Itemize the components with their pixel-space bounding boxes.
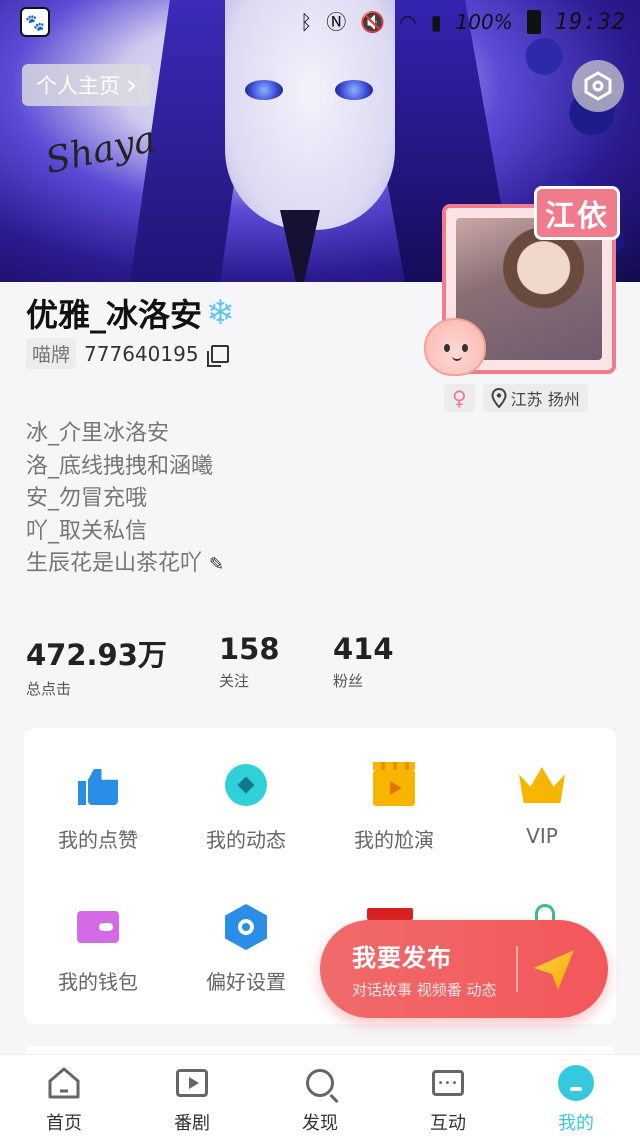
user-id: 777640195	[84, 341, 199, 366]
stat-label: 粉丝	[333, 672, 364, 690]
id-label: 喵牌	[26, 338, 77, 369]
bio-line: 生辰花是山茶花吖	[26, 551, 203, 576]
mute-icon: 🔇	[360, 10, 386, 34]
grid-item-wallet[interactable]: 我的钱包	[24, 904, 172, 995]
location-tag: 江苏 扬州	[482, 384, 588, 412]
stat-fans[interactable]: 414 粉丝	[333, 632, 447, 699]
status-icons: ᛒ Ⓝ 🔇 ◠ ▮ 100% 19:32	[300, 10, 626, 35]
chat-bubble-icon: •••	[430, 1065, 466, 1101]
snowflake-icon: ❄	[206, 293, 235, 333]
edit-bio-icon[interactable]: ✎	[209, 554, 224, 575]
grid-item-label: 偏好设置	[206, 970, 286, 994]
stat-total-clicks[interactable]: 472.93万 总点击	[26, 632, 219, 699]
nfc-icon: Ⓝ	[326, 10, 347, 34]
nav-home[interactable]: 首页	[0, 1055, 128, 1138]
stat-label: 关注	[219, 672, 250, 690]
battery-percent: 100%	[455, 10, 513, 34]
location-pin-icon	[491, 388, 507, 408]
crown-icon	[519, 762, 565, 808]
nav-label: 我的	[558, 1113, 594, 1134]
grid-item-label: 我的尬演	[354, 828, 434, 852]
nav-anime[interactable]: 番剧	[128, 1055, 256, 1138]
female-icon: ♀	[452, 386, 467, 410]
publish-subtitle: 对话故事 视频番 动态	[352, 981, 497, 999]
publish-button[interactable]: 我要发布 对话故事 视频番 动态	[320, 920, 608, 1018]
clock: 19:32	[554, 9, 626, 35]
location-text: 江苏 扬州	[510, 390, 580, 409]
home-icon	[46, 1065, 82, 1101]
sim-icon: ▮	[430, 10, 442, 34]
wifi-icon: ◠	[399, 10, 417, 34]
stats-row: 472.93万 总点击 158 关注 414 粉丝	[26, 632, 447, 699]
nav-label: 互动	[430, 1113, 466, 1134]
photo-tag: 江依	[534, 186, 620, 240]
bluetooth-icon: ᛒ	[300, 10, 313, 34]
profile-icon	[558, 1065, 594, 1101]
nav-me[interactable]: 我的	[512, 1055, 640, 1138]
profile-tags: ♀ 江苏 扬州	[444, 384, 588, 412]
grid-item-preferences[interactable]: 偏好设置	[172, 904, 320, 995]
nav-discover[interactable]: 发现	[256, 1055, 384, 1138]
username: 优雅_冰洛安 ❄	[26, 290, 235, 336]
personal-homepage-label: 个人主页	[36, 74, 120, 98]
grid-item-moments[interactable]: 我的动态	[172, 762, 320, 853]
paper-plane-icon	[534, 950, 574, 990]
username-text: 优雅_冰洛安	[26, 296, 203, 334]
grid-item-acting[interactable]: 我的尬演	[320, 762, 468, 853]
grid-item-likes[interactable]: 我的点赞	[24, 762, 172, 853]
grid-item-label: VIP	[526, 824, 558, 848]
bio: 冰_介里冰洛安 洛_底线拽拽和涵曦 安_勿冒充哦 吖_取关私信 生辰花是山茶花吖…	[26, 418, 224, 582]
compass-icon	[223, 762, 269, 808]
user-id-row: 喵牌 777640195	[26, 338, 229, 369]
gender-tag: ♀	[444, 384, 475, 412]
stat-following[interactable]: 158 关注	[219, 632, 333, 699]
hex-settings-icon	[584, 71, 612, 101]
settings-button[interactable]	[572, 60, 624, 112]
paw-app-icon: 🐾	[20, 7, 50, 37]
battery-icon	[526, 10, 541, 34]
partial-red-icon	[367, 908, 413, 920]
nav-interact[interactable]: ••• 互动	[384, 1055, 512, 1138]
grid-item-label: 我的钱包	[58, 970, 138, 994]
nav-label: 首页	[46, 1113, 82, 1134]
nav-label: 发现	[302, 1113, 338, 1134]
banner-eye-left	[245, 80, 283, 100]
publish-text: 我要发布 对话故事 视频番 动态	[352, 938, 497, 1000]
peach-mascot-icon	[424, 318, 486, 376]
publish-title: 我要发布	[352, 944, 452, 972]
personal-homepage-button[interactable]: 个人主页 ›	[22, 64, 152, 106]
copy-icon[interactable]	[206, 344, 229, 367]
wallet-icon	[75, 904, 121, 950]
grid-item-label: 我的点赞	[58, 828, 138, 852]
status-bar: 🐾 ᛒ Ⓝ 🔇 ◠ ▮ 100% 19:32	[0, 0, 640, 44]
stat-value: 472.93万	[26, 638, 167, 672]
banner-collar	[280, 210, 320, 282]
bio-line: 安_勿冒充哦	[26, 486, 148, 511]
bio-line: 洛_底线拽拽和涵曦	[26, 453, 214, 479]
nav-label: 番剧	[174, 1113, 210, 1134]
banner-eye-right	[335, 80, 373, 100]
stat-value: 158	[219, 632, 280, 666]
clapperboard-icon	[371, 762, 417, 808]
stat-label: 总点击	[26, 680, 72, 698]
thumbs-up-icon	[75, 762, 121, 808]
grid-item-vip[interactable]: VIP	[468, 762, 616, 848]
bio-line: 冰_介里冰洛安	[26, 421, 170, 446]
play-box-icon	[174, 1065, 210, 1101]
chevron-right-icon: ›	[126, 68, 138, 101]
bio-line: 吖_取关私信	[26, 518, 148, 544]
grid-item-label: 我的动态	[206, 828, 286, 852]
bio-line-last: 生辰花是山茶花吖 ✎	[26, 548, 224, 582]
bottom-nav: 首页 番剧 发现 ••• 互动 我的	[0, 1054, 640, 1138]
hexagon-settings-icon	[223, 904, 269, 950]
stat-value: 414	[333, 632, 394, 666]
banner-signature: Shaya	[41, 118, 160, 183]
search-icon	[302, 1065, 338, 1101]
publish-divider	[516, 946, 518, 992]
